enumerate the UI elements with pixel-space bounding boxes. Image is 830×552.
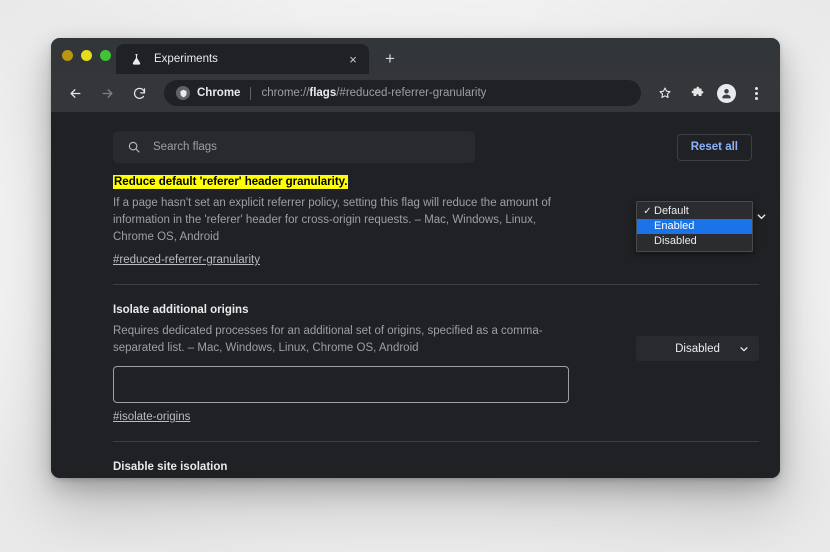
- flag-text-block: Reduce default 'referer' header granular…: [113, 172, 570, 268]
- chevron-down-icon: [739, 344, 749, 354]
- flag-select-wrapper: Disabled: [636, 336, 759, 361]
- search-flags-box[interactable]: [113, 131, 475, 163]
- flag-text-block: Isolate additional origins Requires dedi…: [113, 300, 570, 425]
- chrome-shield-icon: [176, 86, 190, 100]
- browser-window: Experiments × + Chrome chrome://flags/#r…: [51, 38, 780, 478]
- dropdown-option-label: Default: [654, 205, 689, 217]
- flag-select-open[interactable]: ✓ Default Enabled Disabled: [636, 201, 776, 252]
- check-icon: ✓: [643, 206, 652, 217]
- flag-title: Reduce default 'referer' header granular…: [113, 175, 349, 189]
- url-text: chrome://flags/#reduced-referrer-granula…: [261, 87, 486, 99]
- maximize-window-button[interactable]: [100, 50, 111, 61]
- close-icon[interactable]: ×: [344, 50, 362, 68]
- minimize-window-button[interactable]: [81, 50, 92, 61]
- flag-entry-reduced-referrer-granularity: Reduce default 'referer' header granular…: [113, 172, 780, 268]
- flags-list: Reduce default 'referer' header granular…: [113, 172, 780, 478]
- search-icon: [127, 140, 141, 154]
- omnibox-separator: [250, 86, 252, 100]
- flag-description: Requires dedicated processes for an addi…: [113, 325, 543, 354]
- star-icon[interactable]: [652, 80, 678, 106]
- dropdown-option-default[interactable]: ✓ Default: [637, 204, 752, 219]
- menu-dots: [754, 86, 758, 100]
- flag-description: If a page hasn't set an explicit referre…: [113, 197, 551, 243]
- tab-strip: Experiments × +: [51, 38, 780, 74]
- dropdown-option-label: Enabled: [654, 220, 695, 232]
- tab-experiments[interactable]: Experiments ×: [116, 44, 369, 74]
- search-input[interactable]: [153, 141, 461, 153]
- url-suffix: /#reduced-referrer-granularity: [336, 87, 487, 99]
- close-window-button[interactable]: [62, 50, 73, 61]
- dropdown-option-label: Disabled: [654, 235, 697, 247]
- dropdown-options-list: ✓ Default Enabled Disabled: [636, 201, 753, 252]
- flag-title: Disable site isolation: [113, 461, 228, 473]
- flag-permalink[interactable]: #isolate-origins: [113, 411, 190, 423]
- flag-entry-isolate-origins: Isolate additional origins Requires dedi…: [113, 300, 780, 425]
- flag-text-block: Disable site isolation Disables site iso…: [113, 457, 570, 478]
- select-value: Disabled: [675, 342, 720, 355]
- dropdown-option-disabled[interactable]: Disabled: [637, 234, 752, 249]
- puzzle-icon[interactable]: [684, 80, 710, 106]
- browser-toolbar: Chrome chrome://flags/#reduced-referrer-…: [51, 74, 780, 112]
- url-prefix: chrome://: [261, 87, 310, 99]
- avatar[interactable]: [717, 83, 736, 103]
- dropdown-option-enabled[interactable]: Enabled: [637, 219, 752, 234]
- three-dots-icon[interactable]: [743, 80, 769, 106]
- new-tab-button[interactable]: +: [380, 48, 400, 68]
- flag-title: Isolate additional origins: [113, 304, 249, 316]
- address-bar[interactable]: Chrome chrome://flags/#reduced-referrer-…: [164, 80, 641, 106]
- origins-textarea[interactable]: [113, 366, 569, 403]
- arrow-left-icon[interactable]: [62, 80, 88, 106]
- origin-label: Chrome: [197, 87, 241, 99]
- flag-permalink[interactable]: #reduced-referrer-granularity: [113, 254, 260, 266]
- flag-divider: [113, 284, 759, 285]
- window-controls: [62, 50, 111, 61]
- tab-title: Experiments: [154, 53, 218, 65]
- flags-page: Reset all Reduce default 'referer' heade…: [51, 112, 780, 478]
- chevron-down-icon[interactable]: [750, 205, 772, 227]
- origin-chip: Chrome: [176, 86, 240, 100]
- arrow-right-icon: [94, 80, 120, 106]
- flask-icon: [129, 52, 143, 66]
- search-row: Reset all: [51, 131, 780, 163]
- flag-divider: [113, 441, 759, 442]
- flag-select-isolate-origins[interactable]: Disabled: [636, 336, 759, 361]
- reload-icon[interactable]: [126, 80, 152, 106]
- flag-entry-disable-site-isolation: Disable site isolation Disables site iso…: [113, 457, 780, 478]
- reset-all-button[interactable]: Reset all: [676, 133, 752, 161]
- url-bold: flags: [309, 87, 337, 99]
